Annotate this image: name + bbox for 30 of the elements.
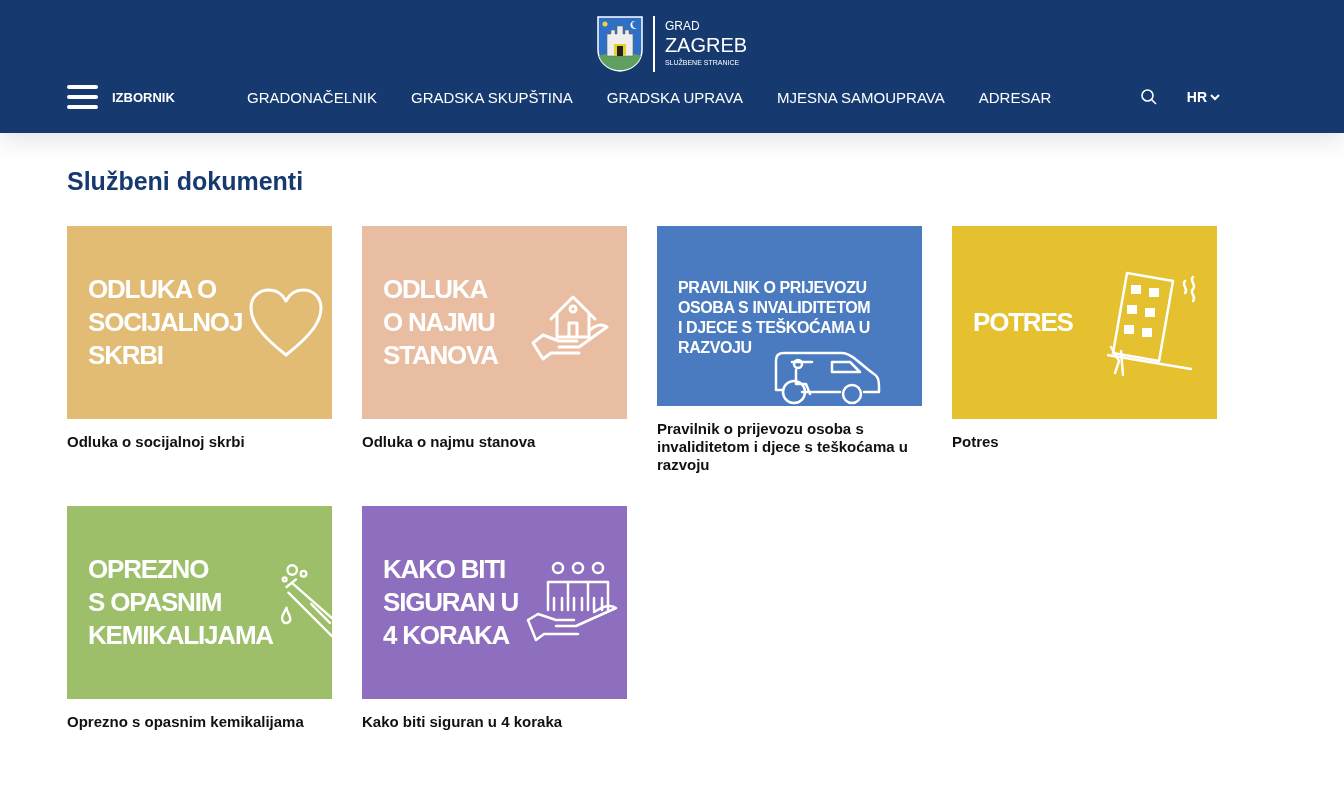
nav-link[interactable]: MJESNA SAMOUPRAVA [776, 88, 945, 106]
document-title-link[interactable]: Odluka o socijalnoj skrbi [67, 433, 332, 451]
language-selector[interactable]: HR [1186, 89, 1220, 105]
document-title-link[interactable]: Kako biti siguran u 4 koraka [362, 713, 627, 731]
banner-title: ODLUKA O NAJMU STANOVA [383, 273, 498, 372]
nav-link[interactable]: GRADSKA UPRAVA [606, 88, 743, 106]
document-title-link[interactable]: Oprezno s opasnim kemikalijama [67, 713, 332, 731]
nav-link[interactable]: ADRESAR [978, 88, 1052, 106]
search-icon[interactable] [1140, 89, 1157, 105]
document-banner[interactable]: PRAVILNIK O PRIJEVOZU OSOBA S INVALIDITETOM I DJECE S TEŠKOĆAMA U RAZVOJU [657, 226, 922, 406]
document-title-link[interactable]: Pravilnik o prijevozu osoba s invaliditetom i djece s teškoćama u razvoju [657, 420, 922, 474]
nav-link[interactable]: GRADONAČELNIK [247, 88, 378, 106]
coat-of-arms-icon [596, 16, 643, 72]
document-title-link[interactable]: Odluka o najmu stanova [362, 433, 627, 451]
van-wheelchair-icon [772, 350, 882, 406]
banner-title: POTRES [973, 306, 1073, 339]
banner-title: OPREZNO S OPASNIM KEMIKALIJAMA [88, 553, 273, 652]
banner-title: ODLUKA O SOCIJALNOJ SKRBI [88, 273, 243, 372]
page-heading: Službeni dokumenti [67, 167, 305, 196]
document-title-link[interactable]: Potres [952, 433, 1217, 451]
nav-link[interactable]: GRADSKA SKUPŠTINA [411, 88, 573, 106]
banner-title: PRAVILNIK O PRIJEVOZU OSOBA S INVALIDITETOM I DJECE S TEŠKOĆAMA U RAZVOJU [678, 278, 871, 358]
chevron-down-icon [1210, 93, 1220, 101]
menu-icon [67, 84, 98, 110]
document-banner[interactable]: KAKO BITI SIGURAN U 4 KORAKA [362, 506, 627, 699]
heart-icon [248, 286, 325, 359]
banner-title: KAKO BITI SIGURAN U 4 KORAKA [383, 553, 519, 652]
logo-label: GRAD [664, 19, 701, 33]
logo-city-name: ZAGREB [664, 33, 748, 57]
menu-button[interactable]: IZBORNIK [67, 84, 197, 110]
